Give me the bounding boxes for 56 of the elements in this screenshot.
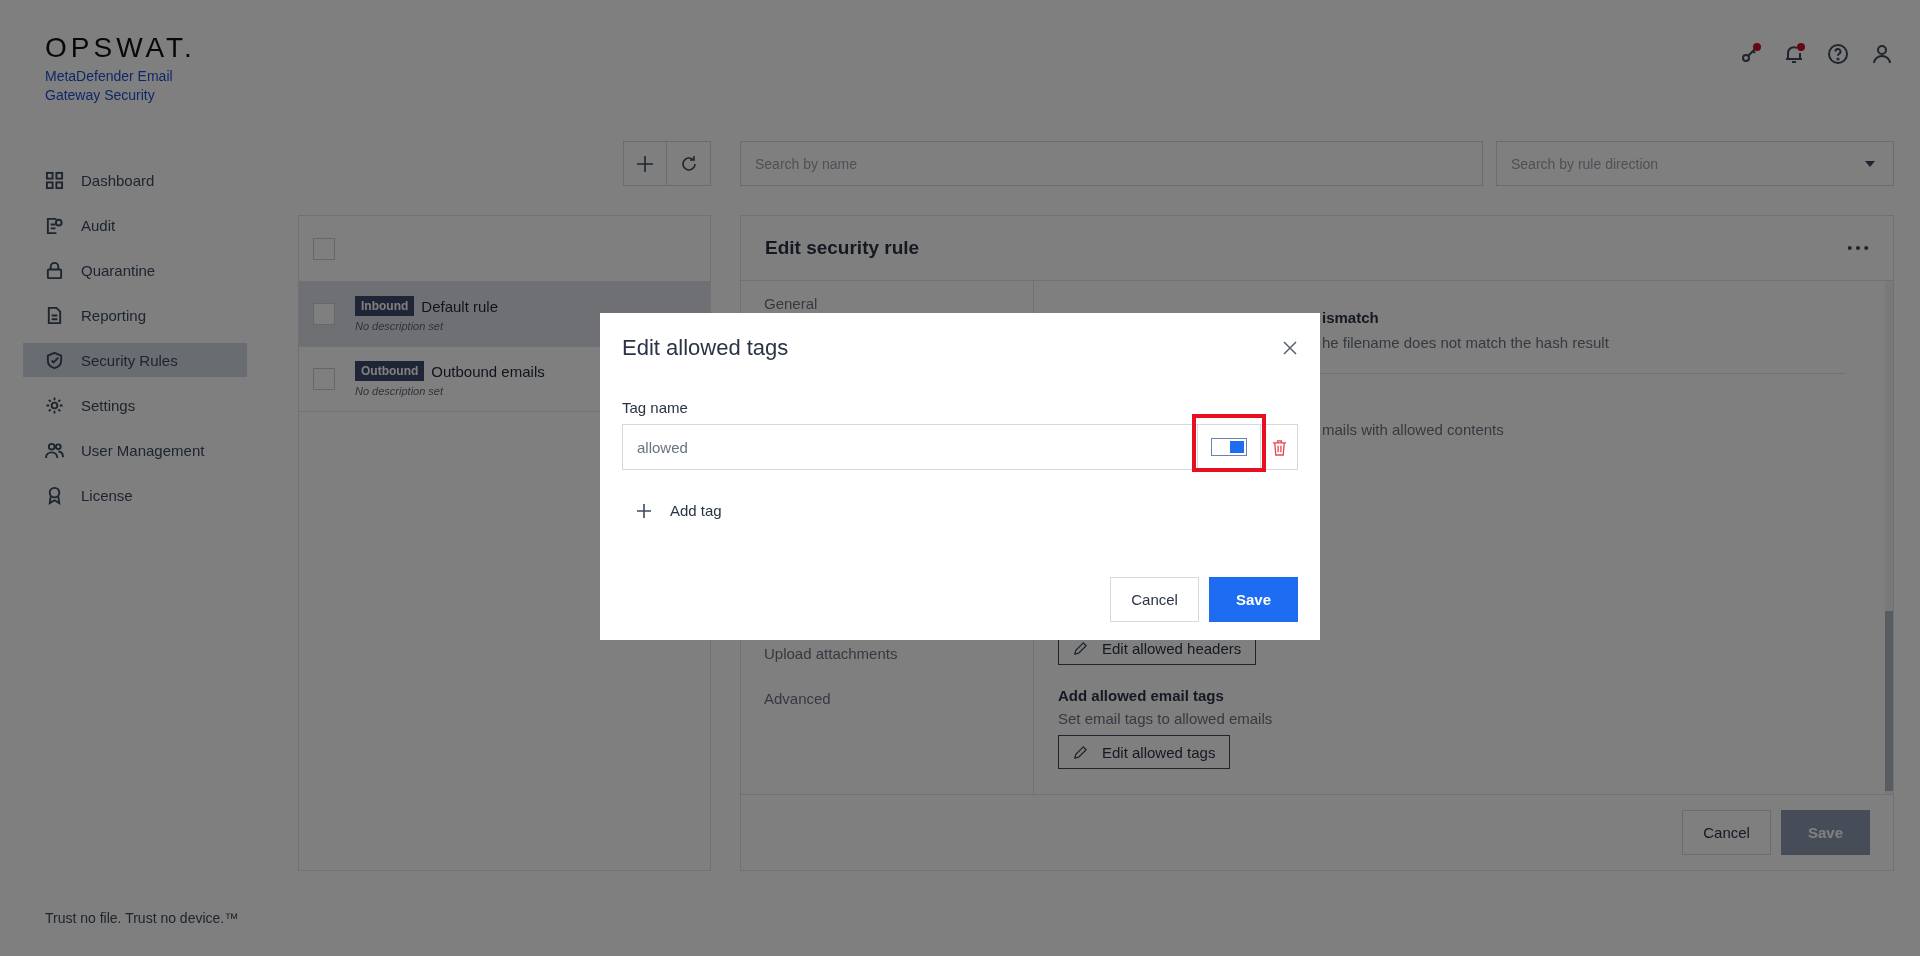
- plus-icon: [635, 153, 655, 174]
- section-description: Set email tags to allowed emails: [1058, 710, 1273, 727]
- rule-name: Outbound emails: [431, 362, 545, 380]
- rule-description: No description set: [355, 320, 445, 332]
- option-description: mails with allowed contents: [1322, 421, 1504, 438]
- tag-input-field[interactable]: allowed: [622, 424, 1197, 470]
- close-icon[interactable]: [1282, 340, 1298, 356]
- row-checkbox[interactable]: [313, 303, 335, 325]
- rule-name: Default rule: [421, 297, 499, 315]
- logo-text: OPSWAT.: [45, 34, 197, 62]
- toggle-switch[interactable]: [1211, 438, 1247, 456]
- sidebar-item[interactable]: Settings: [23, 388, 247, 422]
- save-button[interactable]: Save: [1208, 577, 1298, 622]
- user-icon[interactable]: [1870, 42, 1894, 66]
- pencil-icon: [1073, 640, 1088, 656]
- direction-tag: Inbound: [355, 296, 415, 316]
- lock-icon: [45, 260, 64, 280]
- editor-nav-item[interactable]: General: [764, 294, 1033, 314]
- help-icon[interactable]: [1826, 42, 1850, 66]
- document-icon: [45, 305, 64, 325]
- option-description: he filename does not match the hash result: [1322, 334, 1609, 351]
- rule-description: No description set: [355, 385, 445, 397]
- sidebar-item[interactable]: Dashboard: [23, 163, 247, 197]
- grid-icon: [45, 170, 64, 190]
- trash-icon[interactable]: [1271, 438, 1287, 456]
- sidebar-item[interactable]: License: [23, 478, 247, 512]
- caret-icon: [1865, 160, 1875, 167]
- users-icon: [45, 440, 64, 460]
- cancel-button[interactable]: Cancel: [1110, 577, 1199, 622]
- sidebar-item[interactable]: Reporting: [23, 298, 247, 332]
- select-all-checkbox[interactable]: [313, 237, 335, 260]
- add-tag-button[interactable]: Add tag: [622, 502, 722, 519]
- sidebar-item[interactable]: User Management: [23, 433, 247, 467]
- pencil-icon: [1073, 744, 1088, 760]
- editor-nav-item[interactable]: Upload attachments: [764, 644, 1033, 664]
- shield-check-icon: [45, 350, 64, 370]
- editor-nav-item[interactable]: Advanced: [764, 689, 1033, 709]
- tagline: Trust no file. Trust no device.™: [44, 910, 240, 926]
- sidebar-item[interactable]: Quarantine: [23, 253, 247, 287]
- row-checkbox[interactable]: [313, 368, 335, 390]
- refresh-button[interactable]: [667, 141, 711, 186]
- sidebar-item[interactable]: Audit: [23, 208, 247, 242]
- direction-tag: Outbound: [355, 361, 425, 381]
- scrollbar[interactable]: [1885, 281, 1893, 794]
- cancel-button[interactable]: Cancel: [1682, 810, 1771, 855]
- more-icon[interactable]: [1847, 245, 1869, 251]
- panel-title: Edit security rule: [765, 237, 920, 259]
- document-icon: [45, 215, 64, 235]
- settings-icon: [45, 395, 64, 415]
- edit-tags-button[interactable]: Edit allowed tags: [1058, 735, 1231, 769]
- sidebar-item[interactable]: Security Rules: [23, 343, 247, 377]
- option-title: ismatch: [1322, 309, 1379, 326]
- add-button[interactable]: [623, 141, 667, 186]
- section-title: Add allowed email tags: [1058, 687, 1224, 704]
- product-name: MetaDefender Email Gateway Security: [45, 67, 174, 105]
- plus-icon: [636, 502, 652, 519]
